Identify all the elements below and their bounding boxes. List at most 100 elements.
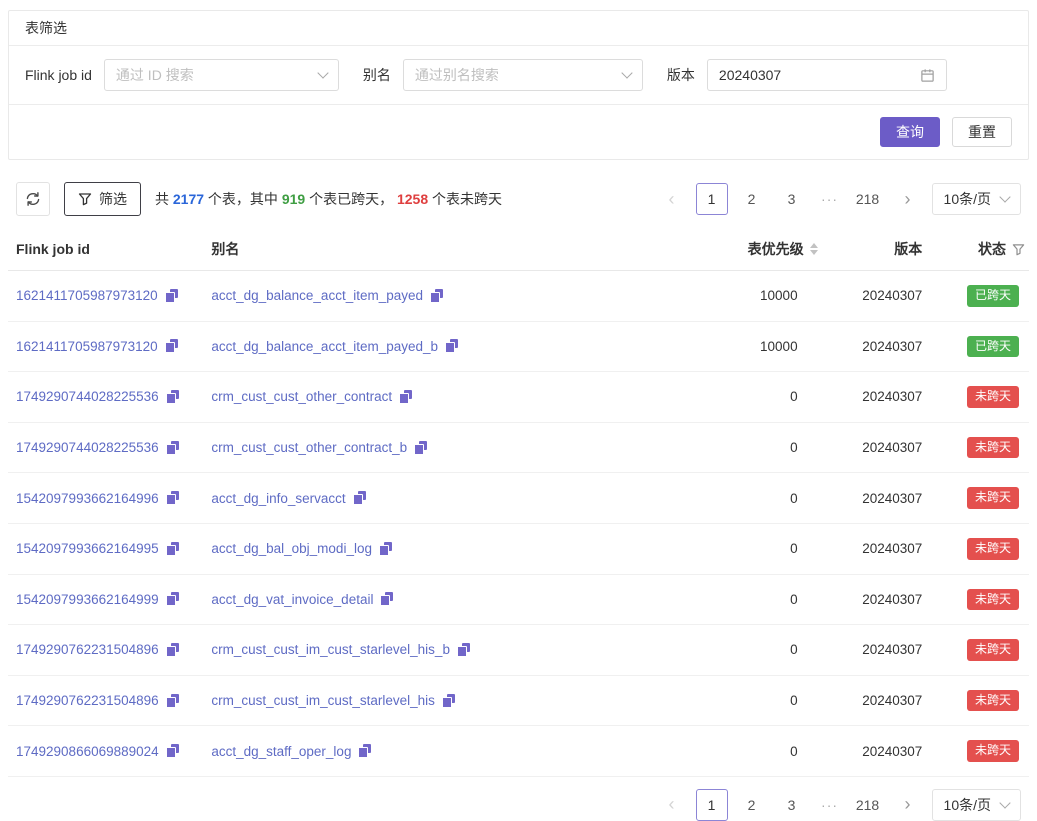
priority-value: 0 [654, 473, 823, 524]
version-value: 20240307 [824, 523, 929, 574]
page-button-1[interactable]: 1 [696, 789, 728, 821]
copy-icon[interactable] [166, 592, 179, 606]
chevron-down-icon [999, 191, 1010, 202]
prev-page-button[interactable]: ‹ [656, 789, 688, 821]
filter-toggle-button[interactable]: 筛选 [64, 182, 141, 216]
status-badge: 未跨天 [967, 386, 1019, 408]
col-header-version: 版本 [824, 228, 929, 271]
alias-select[interactable]: 通过别名搜索 [403, 59, 643, 91]
col-header-priority: 表优先级 [654, 228, 823, 271]
copy-icon[interactable] [445, 339, 458, 353]
alias-link[interactable]: acct_dg_balance_acct_item_payed [211, 288, 423, 303]
uncrossed-count: 1258 [397, 191, 428, 207]
priority-value: 0 [654, 372, 823, 423]
page-button-2[interactable]: 2 [736, 789, 768, 821]
version-date-value: 20240307 [719, 67, 781, 83]
query-button[interactable]: 查询 [880, 117, 940, 147]
page-size-select[interactable]: 10条/页 [932, 789, 1021, 821]
funnel-icon [78, 192, 92, 206]
copy-icon[interactable] [166, 441, 179, 455]
alias-link[interactable]: crm_cust_cust_im_cust_starlevel_his_b [211, 642, 450, 657]
table-row: 1542097993662164996 acct_dg_info_servacc… [8, 473, 1029, 524]
alias-select-placeholder: 通过别名搜索 [415, 65, 499, 85]
filter-panel-actions: 查询 重置 [9, 105, 1028, 159]
alias-link[interactable]: acct_dg_balance_acct_item_payed_b [211, 339, 438, 354]
copy-icon[interactable] [442, 694, 455, 708]
copy-icon[interactable] [165, 339, 178, 353]
copy-icon[interactable] [414, 441, 427, 455]
table-header-row: Flink job id 别名 表优先级 版本 状态 [8, 228, 1029, 271]
version-value: 20240307 [824, 271, 929, 322]
page-ellipsis[interactable]: ··· [816, 789, 844, 821]
job-id-link[interactable]: 1749290762231504896 [16, 693, 159, 708]
copy-icon[interactable] [166, 694, 179, 708]
prev-page-button[interactable]: ‹ [656, 183, 688, 215]
sort-icon[interactable] [810, 243, 818, 255]
reset-button[interactable]: 重置 [952, 117, 1012, 147]
copy-icon[interactable] [166, 643, 179, 657]
copy-icon[interactable] [380, 592, 393, 606]
table-row: 1749290762231504896 crm_cust_cust_im_cus… [8, 675, 1029, 726]
page-button-3[interactable]: 3 [776, 183, 808, 215]
status-badge: 未跨天 [967, 639, 1019, 661]
copy-icon[interactable] [166, 491, 179, 505]
page-button-2[interactable]: 2 [736, 183, 768, 215]
job-id-link[interactable]: 1621411705987973120 [16, 288, 158, 303]
priority-value: 0 [654, 574, 823, 625]
table-toolbar: 筛选 共 2177 个表，其中 919 个表已跨天， 1258 个表未跨天 ‹ … [8, 182, 1029, 216]
alias-link[interactable]: acct_dg_info_servacct [211, 491, 345, 506]
next-page-button[interactable]: › [892, 183, 924, 215]
copy-icon[interactable] [358, 744, 371, 758]
job-id-link[interactable]: 1621411705987973120 [16, 339, 158, 354]
page-button-last[interactable]: 218 [852, 183, 884, 215]
alias-link[interactable]: crm_cust_cust_other_contract_b [211, 440, 407, 455]
status-badge: 未跨天 [967, 690, 1019, 712]
version-value: 20240307 [824, 321, 929, 372]
version-value: 20240307 [824, 473, 929, 524]
job-id-link[interactable]: 1749290762231504896 [16, 642, 159, 657]
status-badge: 未跨天 [967, 487, 1019, 509]
job-id-link[interactable]: 1749290744028225536 [16, 389, 159, 404]
copy-icon[interactable] [430, 289, 443, 303]
page-button-1[interactable]: 1 [696, 183, 728, 215]
job-id-select[interactable]: 通过 ID 搜索 [104, 59, 339, 91]
page-size-value: 10条/页 [944, 795, 991, 815]
priority-header-label: 表优先级 [748, 239, 804, 259]
alias-link[interactable]: acct_dg_vat_invoice_detail [211, 592, 373, 607]
page-size-select[interactable]: 10条/页 [932, 183, 1021, 215]
job-id-link[interactable]: 1542097993662164996 [16, 491, 159, 506]
col-header-job-id: Flink job id [8, 228, 205, 271]
refresh-icon [25, 191, 41, 207]
next-page-button[interactable]: › [892, 789, 924, 821]
copy-icon[interactable] [166, 390, 179, 404]
job-id-link[interactable]: 1542097993662164995 [16, 541, 159, 556]
alias-link[interactable]: acct_dg_staff_oper_log [211, 744, 351, 759]
copy-icon[interactable] [457, 643, 470, 657]
copy-icon[interactable] [353, 491, 366, 505]
page-button-last[interactable]: 218 [852, 789, 884, 821]
job-id-field: Flink job id 通过 ID 搜索 [25, 59, 339, 91]
version-value: 20240307 [824, 675, 929, 726]
alias-link[interactable]: acct_dg_bal_obj_modi_log [211, 541, 372, 556]
refresh-button[interactable] [16, 182, 50, 216]
column-filter-icon[interactable] [1012, 243, 1025, 256]
copy-icon[interactable] [166, 744, 179, 758]
job-id-select-placeholder: 通过 ID 搜索 [116, 65, 194, 85]
job-id-link[interactable]: 1749290744028225536 [16, 440, 159, 455]
bottom-pagination: ‹ 1 2 3 ··· 218 › 10条/页 [656, 789, 1021, 821]
copy-icon[interactable] [166, 542, 179, 556]
version-field: 版本 20240307 [667, 59, 947, 91]
page-button-3[interactable]: 3 [776, 789, 808, 821]
alias-link[interactable]: crm_cust_cust_other_contract [211, 389, 392, 404]
copy-icon[interactable] [165, 289, 178, 303]
job-id-link[interactable]: 1749290866069889024 [16, 744, 159, 759]
alias-link[interactable]: crm_cust_cust_im_cust_starlevel_his [211, 693, 435, 708]
priority-value: 0 [654, 523, 823, 574]
page-ellipsis[interactable]: ··· [816, 183, 844, 215]
status-badge: 已跨天 [967, 336, 1019, 358]
copy-icon[interactable] [399, 390, 412, 404]
copy-icon[interactable] [379, 542, 392, 556]
version-date-input[interactable]: 20240307 [707, 59, 947, 91]
job-id-link[interactable]: 1542097993662164999 [16, 592, 159, 607]
table-row: 1749290744028225536 crm_cust_cust_other_… [8, 422, 1029, 473]
